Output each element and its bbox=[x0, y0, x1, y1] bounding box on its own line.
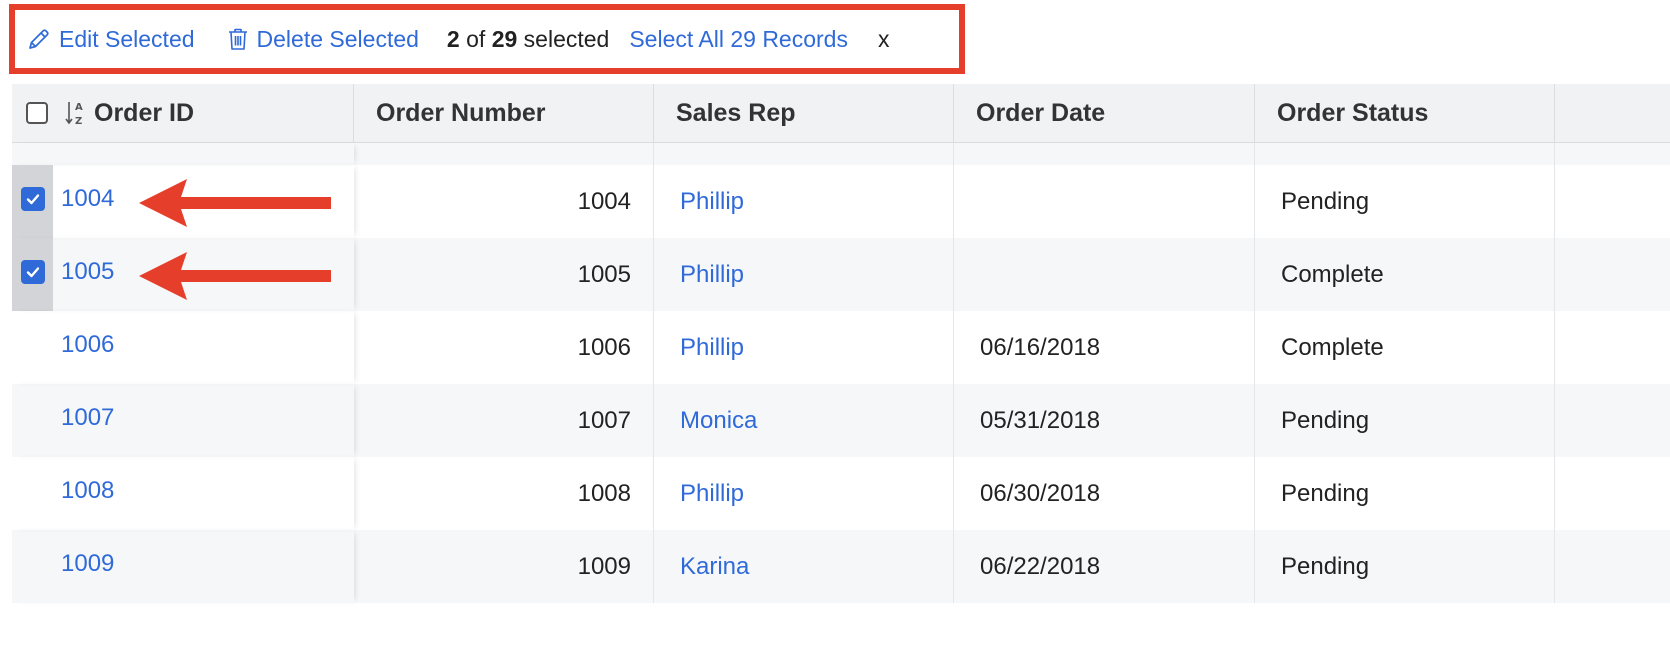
order-date-cell: 05/31/2018 bbox=[954, 384, 1255, 457]
table-row[interactable]: 1006 1006 Phillip 06/16/2018 Complete bbox=[12, 311, 1670, 384]
sales-rep-link[interactable]: Karina bbox=[654, 530, 954, 603]
column-header-order-date[interactable]: Order Date bbox=[954, 84, 1255, 142]
order-id-link[interactable]: 1008 bbox=[61, 477, 114, 505]
order-number-cell: 1006 bbox=[354, 311, 654, 384]
row-checkbox-checked[interactable] bbox=[20, 187, 45, 211]
spacer-cell bbox=[954, 143, 1255, 165]
total-count-value: 29 bbox=[491, 25, 518, 52]
row-checkbox-checked[interactable] bbox=[20, 260, 45, 284]
order-id-link[interactable]: 1005 bbox=[61, 258, 114, 286]
sales-rep-link[interactable]: Phillip bbox=[654, 165, 954, 238]
order-id-header-label: Order ID bbox=[94, 98, 195, 127]
grid-body: 1004 1004 Phillip Pending 1005 1005 Phil… bbox=[12, 165, 1670, 603]
sales-rep-link[interactable]: Phillip bbox=[654, 311, 954, 384]
order-date-cell: 06/30/2018 bbox=[954, 457, 1255, 530]
orders-grid: A Z Order ID Order Number Sales Rep Orde… bbox=[12, 84, 1670, 650]
order-date-cell bbox=[954, 238, 1255, 311]
select-all-checkbox[interactable] bbox=[26, 102, 48, 124]
delete-selected-button[interactable]: Delete Selected bbox=[227, 26, 419, 53]
order-id-link[interactable]: 1009 bbox=[61, 550, 114, 578]
column-header-order-number[interactable]: Order Number bbox=[354, 84, 654, 142]
overflow-cell bbox=[1555, 165, 1670, 238]
of-text: of bbox=[466, 25, 486, 52]
pencil-icon bbox=[29, 29, 49, 49]
selection-count: 2 of 29 selected bbox=[447, 26, 609, 53]
arrow-left-icon bbox=[139, 252, 331, 300]
overflow-cell bbox=[1555, 530, 1670, 603]
select-all-records-link[interactable]: Select All 29 Records bbox=[629, 26, 848, 53]
order-date-cell: 06/16/2018 bbox=[954, 311, 1255, 384]
order-id-cell: 1005 bbox=[12, 238, 354, 311]
order-id-cell: 1007 bbox=[12, 384, 354, 457]
overflow-cell bbox=[1555, 311, 1670, 384]
overflow-cell bbox=[1555, 457, 1670, 530]
row-select-cell[interactable] bbox=[12, 530, 53, 603]
order-status-cell: Complete bbox=[1255, 238, 1555, 311]
order-id-link[interactable]: 1007 bbox=[61, 404, 114, 432]
spacer-cell bbox=[654, 143, 954, 165]
order-id-link[interactable]: 1004 bbox=[61, 185, 114, 213]
row-select-cell[interactable] bbox=[12, 165, 53, 238]
sort-az-icon[interactable]: A Z bbox=[64, 99, 88, 127]
close-selection-button[interactable]: x bbox=[878, 26, 890, 53]
column-header-order-status[interactable]: Order Status bbox=[1255, 84, 1555, 142]
order-id-cell: 1004 bbox=[12, 165, 354, 238]
table-row[interactable]: 1004 1004 Phillip Pending bbox=[12, 165, 1670, 238]
grid-scroll-spacer bbox=[12, 143, 1670, 165]
sales-rep-link[interactable]: Phillip bbox=[654, 238, 954, 311]
column-header-order-id[interactable]: A Z Order ID bbox=[12, 84, 354, 142]
sales-rep-header-label: Sales Rep bbox=[676, 98, 796, 127]
row-select-cell[interactable] bbox=[12, 238, 53, 311]
column-header-sales-rep[interactable]: Sales Rep bbox=[654, 84, 954, 142]
order-number-cell: 1005 bbox=[354, 238, 654, 311]
order-number-cell: 1004 bbox=[354, 165, 654, 238]
checkmark-icon bbox=[26, 194, 39, 205]
checkmark-icon bbox=[26, 267, 39, 278]
spacer-cell bbox=[1255, 143, 1555, 165]
order-status-cell: Pending bbox=[1255, 165, 1555, 238]
selected-text: selected bbox=[523, 25, 610, 52]
order-status-cell: Complete bbox=[1255, 311, 1555, 384]
column-header-overflow bbox=[1555, 84, 1670, 142]
order-number-cell: 1008 bbox=[354, 457, 654, 530]
bulk-action-bar: Edit Selected Delete Selected 2 of 29 se… bbox=[9, 4, 965, 74]
order-id-cell: 1008 bbox=[12, 457, 354, 530]
order-date-header-label: Order Date bbox=[976, 98, 1106, 127]
sales-rep-link[interactable]: Phillip bbox=[654, 457, 954, 530]
table-row[interactable]: 1007 1007 Monica 05/31/2018 Pending bbox=[12, 384, 1670, 457]
arrow-left-icon bbox=[139, 179, 331, 227]
order-id-cell: 1006 bbox=[12, 311, 354, 384]
order-status-header-label: Order Status bbox=[1277, 98, 1429, 127]
table-row[interactable]: 1009 1009 Karina 06/22/2018 Pending bbox=[12, 530, 1670, 603]
spacer-cell bbox=[12, 143, 354, 165]
order-id-link[interactable]: 1006 bbox=[61, 331, 114, 359]
order-status-cell: Pending bbox=[1255, 384, 1555, 457]
sales-rep-link[interactable]: Monica bbox=[654, 384, 954, 457]
overflow-cell bbox=[1555, 384, 1670, 457]
table-row[interactable]: 1008 1008 Phillip 06/30/2018 Pending bbox=[12, 457, 1670, 530]
grid-header-row: A Z Order ID Order Number Sales Rep Orde… bbox=[12, 84, 1670, 143]
trash-icon bbox=[228, 28, 247, 50]
order-number-cell: 1009 bbox=[354, 530, 654, 603]
selected-count-value: 2 bbox=[446, 25, 460, 52]
row-select-cell[interactable] bbox=[12, 311, 53, 384]
overflow-cell bbox=[1555, 238, 1670, 311]
page: Edit Selected Delete Selected 2 of 29 se… bbox=[0, 0, 1670, 650]
svg-text:Z: Z bbox=[75, 116, 82, 127]
table-row[interactable]: 1005 1005 Phillip Complete bbox=[12, 238, 1670, 311]
edit-selected-label: Edit Selected bbox=[59, 25, 195, 52]
order-number-cell: 1007 bbox=[354, 384, 654, 457]
order-date-cell: 06/22/2018 bbox=[954, 530, 1255, 603]
row-select-cell[interactable] bbox=[12, 384, 53, 457]
order-date-cell bbox=[954, 165, 1255, 238]
delete-selected-label: Delete Selected bbox=[256, 25, 419, 52]
spacer-cell bbox=[354, 143, 654, 165]
order-id-cell: 1009 bbox=[12, 530, 354, 603]
row-select-cell[interactable] bbox=[12, 457, 53, 530]
edit-selected-button[interactable]: Edit Selected bbox=[27, 26, 195, 53]
order-status-cell: Pending bbox=[1255, 530, 1555, 603]
order-number-header-label: Order Number bbox=[376, 98, 546, 127]
order-status-cell: Pending bbox=[1255, 457, 1555, 530]
svg-text:A: A bbox=[75, 102, 83, 113]
